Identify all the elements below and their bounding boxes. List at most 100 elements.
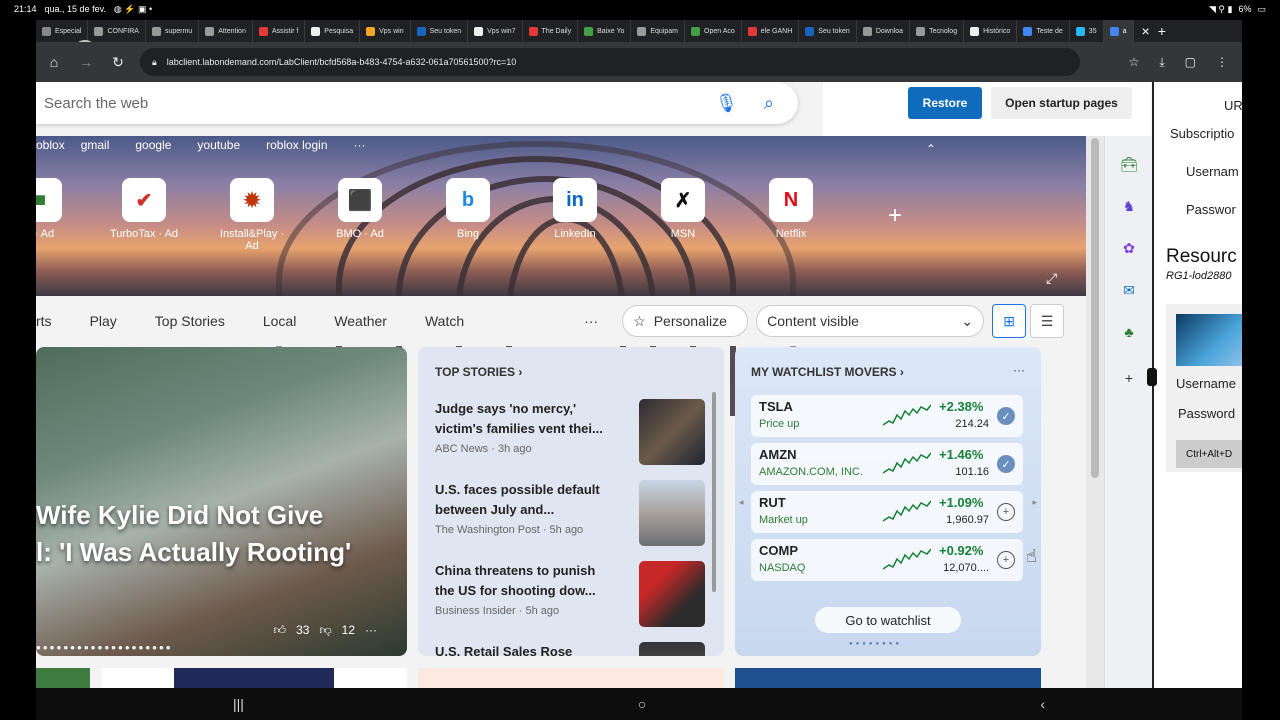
stock-row[interactable]: RUT Market up +1.09% 1,960.97 + — [751, 491, 1023, 533]
address-bar[interactable]: 🔒︎ labclient.labondemand.com/LabClient/b… — [140, 48, 1080, 76]
expand-icon[interactable]: ⤢ — [1046, 270, 1057, 287]
more-icon[interactable]: ··· — [365, 623, 377, 638]
nav-item-play[interactable]: Play — [90, 313, 117, 329]
outlook-icon[interactable]: ✉ — [1119, 280, 1139, 300]
site-tile[interactable]: ■ y · Ad — [36, 178, 80, 240]
top-stories-title[interactable]: TOP STORIES › — [435, 365, 522, 379]
tab[interactable]: 35 — [1070, 20, 1104, 42]
tab[interactable]: Seu token — [799, 20, 857, 42]
tab[interactable]: Especial — [36, 20, 89, 42]
tab[interactable]: Seu token — [411, 20, 469, 42]
scrollbar[interactable] — [712, 392, 716, 592]
tab[interactable]: Pesquisa — [305, 20, 361, 42]
shopping-icon[interactable]: 🧰︎ — [1119, 154, 1139, 174]
add-to-watchlist-icon[interactable]: + — [997, 503, 1015, 521]
story-item[interactable]: Judge says 'no mercy,' victim's families… — [435, 399, 705, 469]
quick-link[interactable]: youtube — [197, 138, 240, 152]
story-item[interactable]: China threatens to punish the US for sho… — [435, 561, 705, 631]
story-item[interactable]: U.S. Retail Sales Rose — [435, 642, 705, 656]
add-to-watchlist-icon[interactable]: + — [997, 551, 1015, 569]
reload-icon[interactable]: ↻ — [104, 48, 132, 76]
go-to-watchlist-button[interactable]: Go to watchlist — [815, 607, 961, 633]
tab[interactable]: Attention — [199, 20, 253, 42]
list-view-button[interactable]: ☰ — [1030, 304, 1065, 338]
forward-icon[interactable]: → — [72, 48, 100, 76]
site-tile[interactable]: ✔ TurboTax · Ad — [104, 178, 184, 240]
dislike-icon[interactable]: 👎︎ — [319, 623, 331, 638]
chevron-up-icon[interactable]: ⌃ — [926, 142, 936, 156]
quick-link[interactable]: oblox — [36, 138, 65, 152]
back-icon[interactable]: ‹ — [1040, 696, 1045, 712]
quick-link[interactable]: ··· — [354, 138, 366, 152]
home-button-icon[interactable]: ○ — [638, 696, 646, 712]
nav-item-top-stories[interactable]: Top Stories — [155, 313, 225, 329]
tree-icon[interactable]: ♣ — [1119, 322, 1139, 342]
like-icon[interactable]: 👍︎ — [274, 623, 287, 638]
watchlist-more-icon[interactable]: ··· — [1013, 363, 1025, 377]
tab[interactable]: Vps win — [360, 20, 411, 42]
watchlist-title[interactable]: MY WATCHLIST MOVERS › — [751, 365, 904, 379]
hero-news-card[interactable]: Wife Kylie Did Not Give l: 'I Was Actual… — [36, 347, 407, 656]
tab[interactable]: Downloa — [857, 20, 911, 42]
tab[interactable]: Vps win7 — [468, 20, 523, 42]
page-scrollbar[interactable] — [1086, 136, 1104, 688]
stock-row[interactable]: COMP NASDAQ +0.92% 12,070.... + — [751, 539, 1023, 581]
quick-link[interactable]: roblox login — [266, 138, 327, 152]
menu-icon[interactable]: ⋮ — [1216, 55, 1228, 70]
tab[interactable]: Baixe Yo — [578, 20, 632, 42]
tab[interactable]: Assistir f — [253, 20, 306, 42]
stock-row[interactable]: TSLA Price up +2.38% 214.24 ✓ — [751, 395, 1023, 437]
tab[interactable]: The Daily — [523, 20, 579, 42]
open-startup-pages-button[interactable]: Open startup pages — [991, 87, 1132, 119]
nav-item-sports[interactable]: rts — [36, 313, 52, 329]
tab[interactable]: Histórico — [964, 20, 1018, 42]
vm-thumbnail[interactable] — [1176, 314, 1242, 366]
site-tile[interactable]: in LinkedIn — [535, 178, 615, 240]
close-tab-icon[interactable]: × — [1142, 23, 1150, 39]
tab[interactable]: supermu — [146, 20, 200, 42]
quick-link[interactable]: google — [135, 138, 171, 152]
prev-icon[interactable]: ◂ — [739, 497, 744, 508]
recents-icon[interactable]: ||| — [233, 696, 244, 712]
microphone-icon[interactable]: 🎙︎ — [715, 93, 738, 114]
search-bar[interactable]: Search the web 🎙︎ ⌕ — [36, 82, 798, 124]
quick-link[interactable]: gmail — [81, 138, 110, 152]
stock-row[interactable]: AMZN AMAZON.COM, INC. +1.46% 101.16 ✓ — [751, 443, 1023, 485]
site-tile[interactable]: ✹ Install&Play · Ad — [212, 178, 292, 252]
add-site-icon[interactable]: + — [888, 202, 902, 230]
extension-icon[interactable]: ▢ — [1185, 55, 1196, 70]
new-tab-icon[interactable]: + — [1158, 23, 1166, 39]
tab[interactable]: Equipam — [631, 20, 686, 42]
tab[interactable]: ele GANH — [742, 20, 800, 42]
copilot-icon[interactable]: ✿ — [1119, 238, 1139, 258]
site-tile[interactable]: ⬛ BMO · Ad — [320, 178, 400, 240]
home-icon[interactable]: ⌂ — [40, 48, 68, 76]
tab[interactable]: a — [1103, 20, 1134, 42]
search-icon[interactable]: ⌕ — [764, 93, 774, 114]
nav-more-button[interactable]: ··· — [584, 313, 598, 329]
bookmark-star-icon[interactable]: ☆ — [1129, 55, 1140, 70]
content-visible-select[interactable]: Content visible ⌄ — [756, 305, 985, 337]
personalize-button[interactable]: ☆ Personalize — [622, 305, 749, 337]
chess-icon[interactable]: ♞ — [1119, 196, 1139, 216]
search-input[interactable]: Search the web — [44, 95, 148, 112]
add-sidebar-icon[interactable]: + — [1119, 368, 1139, 388]
tab[interactable]: Tecnolog — [910, 20, 965, 42]
site-tile[interactable]: N Netflix — [751, 178, 831, 240]
grid-view-button[interactable]: ⊞ — [992, 304, 1027, 338]
tab[interactable]: CONFIRA — [88, 20, 146, 42]
site-tile[interactable]: ✗ MSN — [643, 178, 723, 240]
tab[interactable]: Teste de — [1017, 20, 1070, 42]
restore-button[interactable]: Restore — [908, 87, 982, 119]
story-item[interactable]: U.S. faces possible default between July… — [435, 480, 705, 550]
nav-item-watch[interactable]: Watch — [425, 313, 464, 329]
ctrl-alt-del-button[interactable]: Ctrl+Alt+D — [1176, 440, 1242, 468]
tab[interactable]: Open Aco — [685, 20, 742, 42]
following-check-icon[interactable]: ✓ — [997, 407, 1015, 425]
site-tile[interactable]: b Bing — [428, 178, 508, 240]
nav-item-local[interactable]: Local — [263, 313, 296, 329]
next-icon[interactable]: ▸ — [1032, 497, 1037, 508]
nav-item-weather[interactable]: Weather — [334, 313, 387, 329]
panel-resize-handle[interactable] — [1147, 368, 1157, 386]
following-check-icon[interactable]: ✓ — [997, 455, 1015, 473]
